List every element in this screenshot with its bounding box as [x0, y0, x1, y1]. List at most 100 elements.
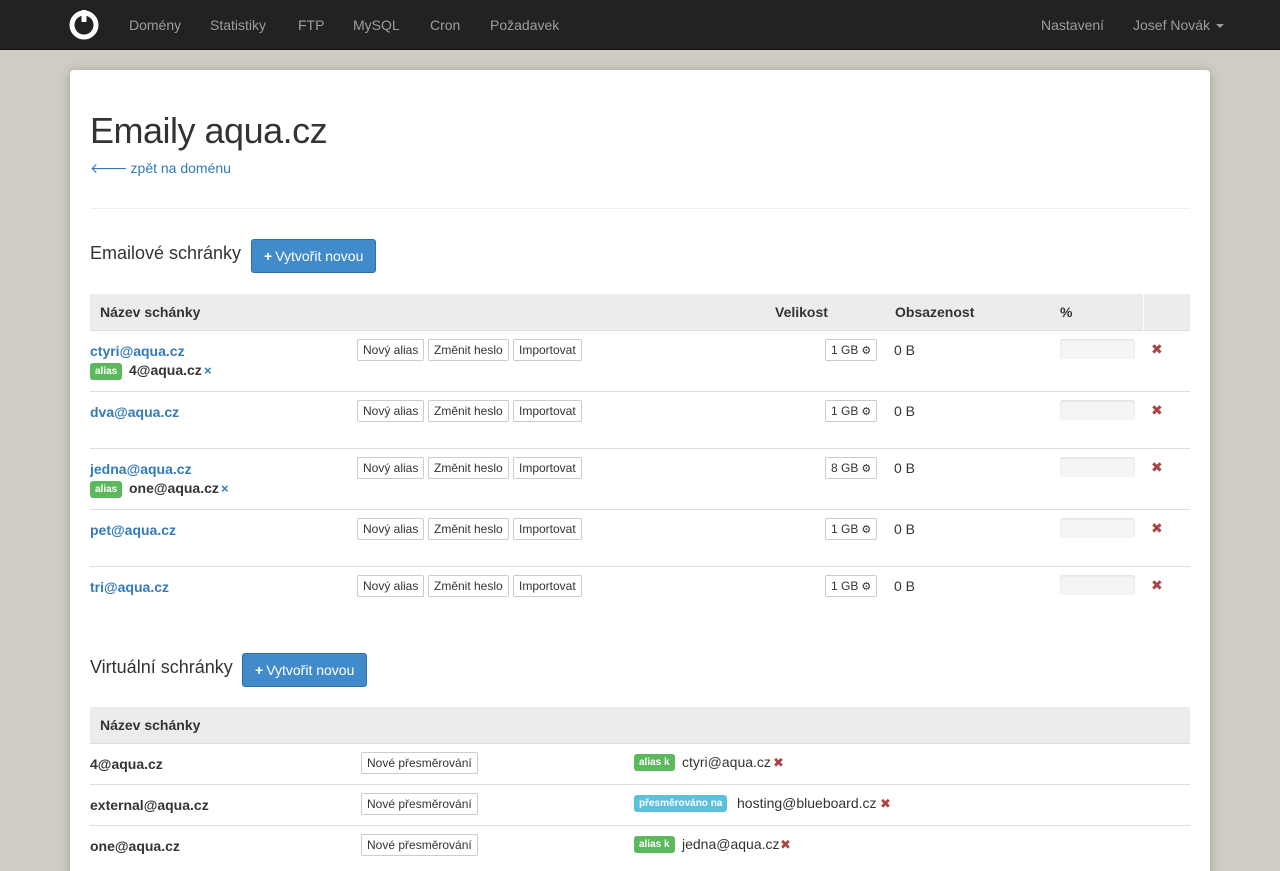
- size-value: 1 GB: [831, 404, 859, 418]
- nav-item-mysql[interactable]: MySQL: [353, 0, 400, 50]
- virtual-mailbox-name: external@aqua.cz: [90, 797, 209, 813]
- column-size: Velikost: [775, 304, 828, 320]
- page-title: Emaily aqua.cz: [90, 110, 328, 151]
- new-alias-button[interactable]: Nový alias: [357, 457, 425, 479]
- size-button[interactable]: 1 GB ⚙: [825, 575, 878, 597]
- nav-item-domains[interactable]: Domény: [129, 0, 181, 50]
- new-alias-button[interactable]: Nový alias: [357, 400, 425, 422]
- size-value: 1 GB: [831, 343, 859, 357]
- remove-alias-icon[interactable]: ×: [221, 481, 229, 496]
- redirected-to-badge: přesměrováno na: [634, 795, 728, 812]
- mailbox-link[interactable]: jedna@aqua.cz: [90, 461, 192, 477]
- create-mailbox-button[interactable]: + Vytvořit novou: [251, 239, 377, 273]
- column-name: Název schánky: [100, 717, 201, 733]
- virtual-table-header: Název schánky: [90, 707, 1190, 744]
- nav-item-ftp[interactable]: FTP: [298, 0, 324, 50]
- mailbox-link[interactable]: dva@aqua.cz: [90, 404, 179, 420]
- row-divider: [90, 448, 1190, 449]
- change-password-button[interactable]: Změnit heslo: [428, 518, 509, 540]
- delete-redirect-icon[interactable]: ✖: [780, 837, 791, 853]
- plus-icon: +: [255, 662, 264, 678]
- usage-progress: [1060, 339, 1135, 359]
- column-name: Název schánky: [100, 304, 201, 320]
- user-menu[interactable]: Josef Novák: [1133, 0, 1225, 50]
- alias-badge: alias: [90, 481, 123, 498]
- size-button[interactable]: 1 GB ⚙: [825, 339, 878, 361]
- nav-item-cron[interactable]: Cron: [430, 0, 460, 50]
- usage-value: 0 B: [894, 521, 916, 537]
- nav-item-request[interactable]: Požadavek: [490, 0, 559, 50]
- usage-value: 0 B: [894, 403, 916, 419]
- gear-icon: ⚙: [861, 581, 872, 593]
- gear-icon: ⚙: [861, 406, 872, 418]
- nav-item-statistics[interactable]: Statistiky: [210, 0, 266, 50]
- row-divider: [90, 391, 1190, 392]
- import-button[interactable]: Importovat: [513, 518, 582, 540]
- back-to-domain-link[interactable]: 🡐 zpět na doménu: [90, 160, 231, 177]
- size-button[interactable]: 8 GB ⚙: [825, 457, 878, 479]
- alias-address: 4@aqua.cz: [129, 362, 202, 378]
- size-value: 8 GB: [831, 461, 859, 475]
- new-alias-button[interactable]: Nový alias: [357, 339, 425, 361]
- create-virtual-button[interactable]: + Vytvořit novou: [242, 653, 368, 687]
- change-password-button[interactable]: Změnit heslo: [428, 575, 509, 597]
- virtual-section-title: Virtuální schránky: [90, 657, 233, 677]
- import-button[interactable]: Importovat: [513, 575, 582, 597]
- size-button[interactable]: 1 GB ⚙: [825, 518, 878, 540]
- delete-mailbox-icon[interactable]: ✖: [1151, 341, 1163, 358]
- delete-mailbox-icon[interactable]: ✖: [1151, 520, 1163, 537]
- change-password-button[interactable]: Změnit heslo: [428, 339, 509, 361]
- remove-alias-icon[interactable]: ×: [204, 363, 212, 378]
- arrow-left-icon: 🡐: [90, 160, 128, 176]
- gear-icon: ⚙: [861, 524, 872, 536]
- alias-badge: alias: [90, 363, 123, 380]
- mailbox-link[interactable]: tri@aqua.cz: [90, 579, 169, 595]
- new-redirect-button[interactable]: Nové přesměrování: [361, 834, 478, 856]
- import-button[interactable]: Importovat: [513, 457, 582, 479]
- top-navbar: Domény Statistiky FTP MySQL Cron Požadav…: [0, 0, 1280, 50]
- mailbox-link[interactable]: pet@aqua.cz: [90, 522, 176, 538]
- import-button[interactable]: Importovat: [513, 400, 582, 422]
- alias-address: one@aqua.cz: [129, 480, 219, 496]
- new-alias-button[interactable]: Nový alias: [357, 518, 425, 540]
- mailboxes-section-title: Emailové schránky: [90, 243, 242, 263]
- usage-value: 0 B: [894, 342, 916, 358]
- divider: [90, 208, 1190, 209]
- new-redirect-button[interactable]: Nové přesměrování: [361, 752, 478, 774]
- size-value: 1 GB: [831, 579, 859, 593]
- alias-to-badge: alias k: [634, 754, 675, 771]
- create-virtual-label: Vytvořit novou: [266, 662, 355, 678]
- caret-down-icon: [1216, 24, 1225, 29]
- nav-item-settings[interactable]: Nastavení: [1041, 0, 1104, 50]
- redirect-target: jedna@aqua.cz: [682, 836, 780, 852]
- new-alias-button[interactable]: Nový alias: [357, 575, 425, 597]
- row-divider: [90, 784, 1190, 785]
- row-divider: [90, 825, 1190, 826]
- back-link-label: zpět na doménu: [130, 160, 231, 176]
- column-separator: [1143, 294, 1144, 330]
- delete-redirect-icon[interactable]: ✖: [880, 796, 891, 812]
- new-redirect-button[interactable]: Nové přesměrování: [361, 793, 478, 815]
- delete-redirect-icon[interactable]: ✖: [773, 755, 784, 771]
- usage-progress: [1060, 400, 1135, 420]
- create-mailbox-label: Vytvořit novou: [275, 248, 364, 264]
- redirect-target: ctyri@aqua.cz: [682, 754, 771, 770]
- usage-progress: [1060, 518, 1135, 538]
- content-panel: Emaily aqua.cz 🡐 zpět na doménu Emailové …: [70, 70, 1210, 871]
- change-password-button[interactable]: Změnit heslo: [428, 457, 509, 479]
- usage-progress: [1060, 457, 1135, 477]
- usage-value: 0 B: [894, 460, 916, 476]
- row-divider: [90, 509, 1190, 510]
- brand-logo-icon[interactable]: [69, 10, 99, 40]
- change-password-button[interactable]: Změnit heslo: [428, 400, 509, 422]
- delete-mailbox-icon[interactable]: ✖: [1151, 402, 1163, 419]
- usage-progress: [1060, 575, 1135, 595]
- mailbox-link[interactable]: ctyri@aqua.cz: [90, 343, 185, 359]
- delete-mailbox-icon[interactable]: ✖: [1151, 459, 1163, 476]
- usage-value: 0 B: [894, 578, 916, 594]
- delete-mailbox-icon[interactable]: ✖: [1151, 577, 1163, 594]
- size-button[interactable]: 1 GB ⚙: [825, 400, 878, 422]
- gear-icon: ⚙: [861, 345, 872, 357]
- import-button[interactable]: Importovat: [513, 339, 582, 361]
- row-divider: [90, 566, 1190, 567]
